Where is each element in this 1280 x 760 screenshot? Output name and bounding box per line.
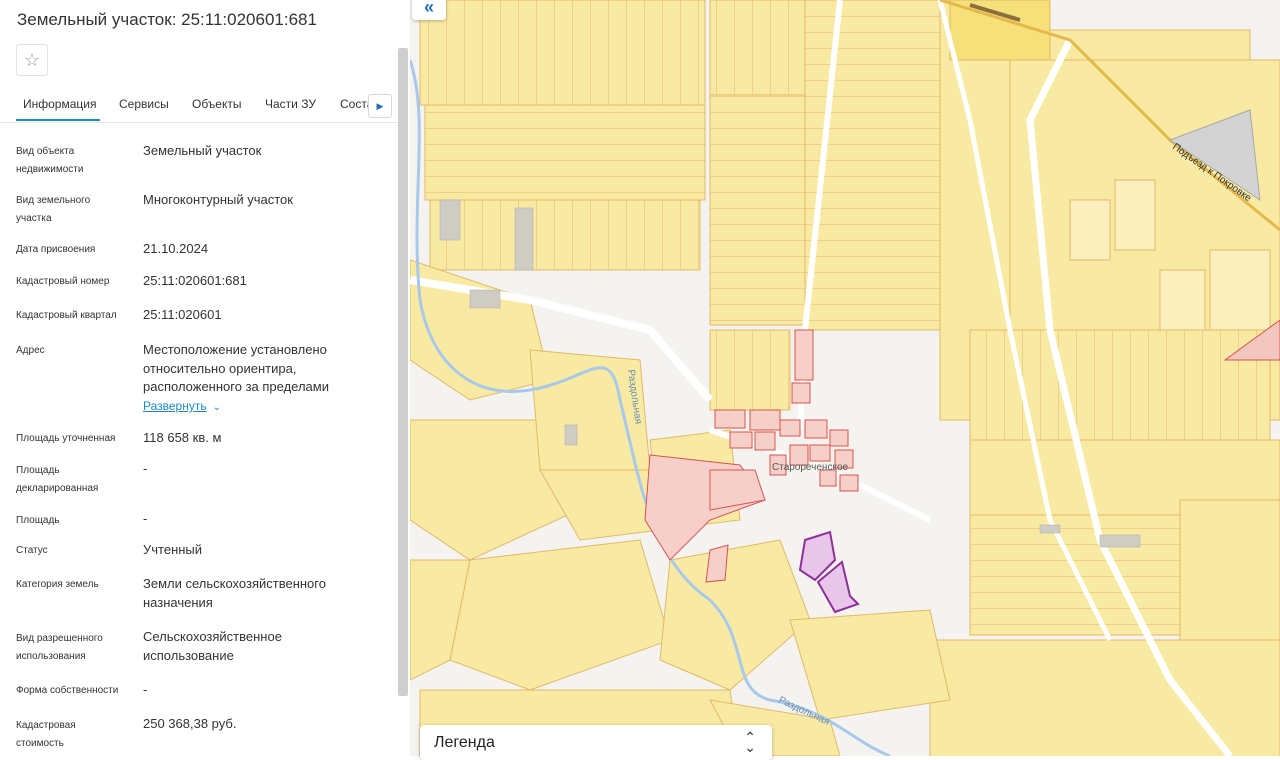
tab-objects[interactable]: Объекты (192, 97, 242, 111)
field-label: Кадастровая стоимость (16, 720, 76, 749)
field-label: Кадастровый квартал (16, 310, 117, 321)
legend-title: Легенда (434, 734, 495, 751)
legend-toggle-icon[interactable]: ⌃ ⌄ (744, 730, 756, 754)
field-label: Категория земель (16, 579, 99, 590)
collapse-panel-icon[interactable]: « (412, 0, 446, 20)
field-label: Вид объекта недвижимости (16, 146, 84, 175)
tab-parts[interactable]: Части ЗУ (265, 97, 316, 111)
field-value: Земельный участок (143, 143, 262, 158)
expand-address-link[interactable]: Развернуть ⌄ (143, 399, 221, 413)
address-value: Местоположение установлено относительно … (143, 342, 329, 394)
field-value: 25:11:020601 (143, 307, 222, 322)
field-value: 118 658 кв. м (143, 430, 222, 445)
active-tab-indicator (16, 119, 100, 121)
map-canvas[interactable]: Старореченское Раздольная Раздольная Под… (410, 0, 1280, 756)
field-label: Вид разрешенного использования (16, 633, 103, 662)
field-value: Сельскохозяйственное использование (143, 629, 282, 663)
info-panel: Земельный участок: 25:11:020601:681 ☆ Ин… (0, 0, 410, 756)
field-value: Учтенный (143, 542, 203, 557)
field-value: - (143, 461, 148, 476)
cadastral-map[interactable]: Старореченское Раздольная Раздольная Под… (410, 0, 1280, 756)
chevron-down-icon: ⌄ (212, 402, 221, 413)
field-label: Площадь (16, 515, 60, 526)
field-label: Форма собственности (16, 685, 119, 696)
field-value: 25:11:020601:681 (143, 273, 247, 288)
field-label: Кадастровый номер (16, 276, 110, 287)
field-label: Площадь уточненная (16, 433, 116, 444)
panel-scrollbar[interactable] (398, 48, 408, 696)
tab-composition[interactable]: Соста... (340, 97, 370, 111)
tab-services[interactable]: Сервисы (119, 97, 169, 111)
field-value: 250 368,38 руб. (143, 716, 237, 731)
field-value: - (143, 511, 148, 526)
page-title: Земельный участок: 25:11:020601:681 (17, 10, 317, 29)
expand-label: Развернуть (143, 399, 207, 413)
tab-bar: Информация Сервисы Объекты Части ЗУ Сост… (0, 88, 398, 123)
tab-information[interactable]: Информация (23, 97, 96, 111)
field-label: Вид земельного участка (16, 195, 91, 224)
field-value: 21.10.2024 (143, 241, 209, 256)
field-label: Адрес (16, 345, 45, 356)
field-label: Площадь декларированная (16, 465, 99, 494)
village-label: Старореченское (772, 462, 849, 473)
field-value: Земли сельскохозяйственного назначения (143, 576, 326, 610)
field-label: Дата присвоения (16, 244, 96, 255)
favorite-star-icon[interactable]: ☆ (16, 44, 48, 76)
legend-panel[interactable]: Легенда ⌃ ⌄ (420, 725, 772, 760)
tabs-scroll-right-icon[interactable]: ▶ (368, 94, 392, 118)
field-label: Статус (16, 545, 48, 556)
field-value: - (143, 682, 148, 697)
field-value: Многоконтурный участок (143, 192, 293, 207)
